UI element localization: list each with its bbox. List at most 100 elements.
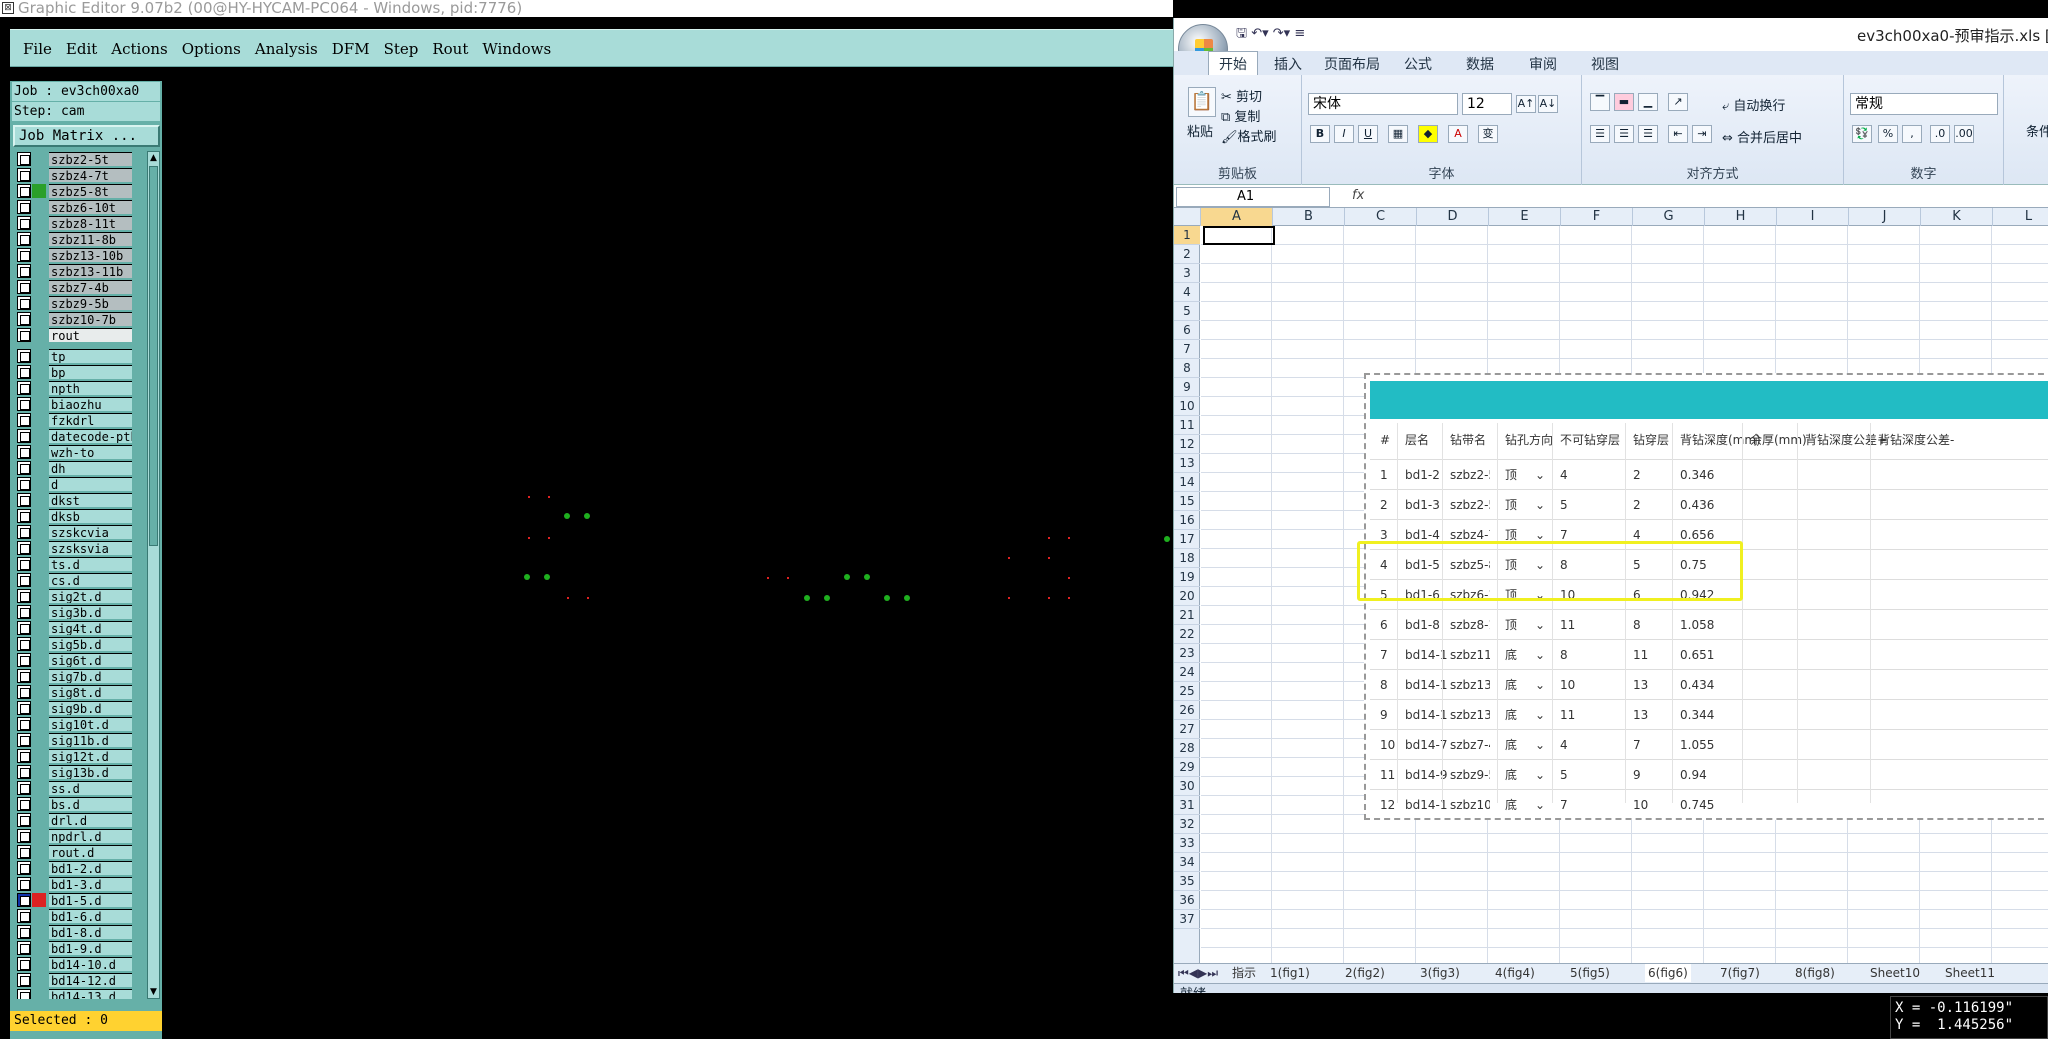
layer-checkbox[interactable] bbox=[17, 669, 31, 683]
layer-row[interactable]: szbz13-10b bbox=[13, 247, 140, 263]
layer-checkbox[interactable] bbox=[17, 509, 31, 523]
direction-select[interactable]: 底 bbox=[1505, 760, 1517, 790]
fx-icon[interactable]: fx bbox=[1352, 188, 1364, 203]
layer-checkbox[interactable] bbox=[17, 264, 31, 278]
column-header[interactable]: L bbox=[1993, 208, 2048, 226]
sheet-tab[interactable]: Sheet11 bbox=[1945, 964, 1995, 982]
layer-checkbox[interactable] bbox=[17, 216, 31, 230]
sheet-tab[interactable]: 6(fig6) bbox=[1645, 964, 1691, 982]
dropdown-arrow-icon[interactable]: ⌄ bbox=[1535, 760, 1545, 790]
row-header[interactable]: 37 bbox=[1174, 910, 1200, 929]
menu-dfm[interactable]: DFM bbox=[332, 40, 370, 58]
currency-icon[interactable]: 💱 bbox=[1852, 125, 1872, 143]
percent-icon[interactable]: % bbox=[1878, 125, 1898, 143]
layer-row[interactable]: sig7b.d bbox=[13, 668, 140, 684]
row-header[interactable]: 23 bbox=[1174, 644, 1200, 663]
layer-row[interactable]: sig3b.d bbox=[13, 604, 140, 620]
menu-options[interactable]: Options bbox=[182, 40, 241, 58]
layer-checkbox[interactable] bbox=[17, 232, 31, 246]
row-header[interactable]: 6 bbox=[1174, 321, 1200, 340]
direction-select[interactable]: 底 bbox=[1505, 700, 1517, 730]
layer-row[interactable]: szbz4-7t bbox=[13, 167, 140, 183]
sheet-tab[interactable]: 1(fig1) bbox=[1270, 964, 1310, 982]
align-center-icon[interactable]: ☰ bbox=[1614, 125, 1634, 143]
row-header[interactable]: 4 bbox=[1174, 283, 1200, 302]
dropdown-arrow-icon[interactable]: ⌄ bbox=[1535, 700, 1545, 730]
row-header[interactable]: 14 bbox=[1174, 473, 1200, 492]
layer-checkbox[interactable] bbox=[17, 328, 31, 342]
layer-checkbox[interactable] bbox=[17, 621, 31, 635]
select-all-corner[interactable] bbox=[1174, 208, 1201, 226]
scroll-down-icon[interactable]: ▼ bbox=[148, 986, 159, 998]
layer-checkbox[interactable] bbox=[17, 349, 31, 363]
layer-row[interactable]: szbz13-11b bbox=[13, 263, 140, 279]
layer-row[interactable]: sig9b.d bbox=[13, 700, 140, 716]
border-icon[interactable]: ▦ bbox=[1388, 125, 1408, 143]
column-header[interactable]: B bbox=[1273, 208, 1345, 226]
align-right-icon[interactable]: ☰ bbox=[1638, 125, 1658, 143]
direction-select[interactable]: 顶 bbox=[1505, 490, 1517, 520]
sheet-tab[interactable]: 指示 bbox=[1232, 964, 1256, 982]
dropdown-arrow-icon[interactable]: ⌄ bbox=[1535, 460, 1545, 490]
layer-checkbox[interactable] bbox=[17, 200, 31, 214]
layer-row[interactable]: dksb bbox=[13, 508, 140, 524]
layer-row[interactable]: sig10t.d bbox=[13, 716, 140, 732]
layer-row[interactable]: bd1-8.d bbox=[13, 924, 140, 940]
conditional-format-button[interactable]: 条件 bbox=[2026, 121, 2048, 140]
row-header[interactable]: 18 bbox=[1174, 549, 1200, 568]
row-header[interactable]: 33 bbox=[1174, 834, 1200, 853]
row-header[interactable]: 25 bbox=[1174, 682, 1200, 701]
layer-checkbox[interactable] bbox=[17, 477, 31, 491]
layer-row[interactable]: tp bbox=[13, 348, 140, 364]
layer-row[interactable]: bd14-13.d bbox=[13, 988, 140, 999]
sheet-tab[interactable]: 2(fig2) bbox=[1345, 964, 1385, 982]
tab-4[interactable]: 数据 bbox=[1466, 54, 1494, 74]
menu-file[interactable]: File bbox=[23, 40, 52, 58]
layer-row[interactable]: bd1-3.d bbox=[13, 876, 140, 892]
layer-checkbox[interactable] bbox=[17, 557, 31, 571]
menu-step[interactable]: Step bbox=[384, 40, 419, 58]
layer-row[interactable]: dkst bbox=[13, 492, 140, 508]
layer-row[interactable]: bd1-5.d bbox=[13, 892, 140, 908]
redo-icon[interactable]: ↷▾ bbox=[1273, 26, 1290, 41]
layer-row[interactable]: sig4t.d bbox=[13, 620, 140, 636]
layer-row[interactable]: szbz10-7b bbox=[13, 311, 140, 327]
increase-indent-icon[interactable]: ⇥ bbox=[1692, 125, 1712, 143]
layer-checkbox[interactable] bbox=[17, 168, 31, 182]
layer-row[interactable]: cs.d bbox=[13, 572, 140, 588]
direction-select[interactable]: 底 bbox=[1505, 790, 1517, 820]
layer-checkbox[interactable] bbox=[17, 397, 31, 411]
bold-icon[interactable]: B bbox=[1310, 125, 1330, 143]
layer-row[interactable]: npth bbox=[13, 380, 140, 396]
sheet-tab[interactable]: 4(fig4) bbox=[1495, 964, 1535, 982]
column-header[interactable]: C bbox=[1345, 208, 1417, 226]
name-box[interactable]: A1 bbox=[1176, 187, 1330, 207]
layer-checkbox[interactable] bbox=[17, 941, 31, 955]
layer-row[interactable]: ss.d bbox=[13, 780, 140, 796]
menu-edit[interactable]: Edit bbox=[66, 40, 97, 58]
font-color-icon[interactable]: A bbox=[1448, 125, 1468, 143]
merge-center-button[interactable]: ⇔ 合并后居中 bbox=[1722, 127, 1802, 146]
sheet-tab[interactable]: 3(fig3) bbox=[1420, 964, 1460, 982]
dropdown-arrow-icon[interactable]: ⌄ bbox=[1535, 670, 1545, 700]
layer-checkbox[interactable] bbox=[17, 701, 31, 715]
layer-checkbox[interactable] bbox=[17, 605, 31, 619]
grow-font-icon[interactable]: A↑ bbox=[1516, 95, 1536, 113]
row-header[interactable]: 8 bbox=[1174, 359, 1200, 378]
layer-row[interactable]: bd1-6.d bbox=[13, 908, 140, 924]
layer-row[interactable]: ts.d bbox=[13, 556, 140, 572]
shrink-font-icon[interactable]: A↓ bbox=[1538, 95, 1558, 113]
row-header[interactable]: 3 bbox=[1174, 264, 1200, 283]
direction-select[interactable]: 底 bbox=[1505, 670, 1517, 700]
layer-checkbox[interactable] bbox=[17, 541, 31, 555]
row-header[interactable]: 7 bbox=[1174, 340, 1200, 359]
wrap-text-button[interactable]: ⤶ 自动换行 bbox=[1722, 95, 1785, 114]
format-painter-button[interactable]: 🖌格式刷 bbox=[1221, 126, 1277, 145]
comma-icon[interactable]: , bbox=[1902, 125, 1922, 143]
tab-0[interactable]: 开始 bbox=[1208, 51, 1258, 75]
layer-row[interactable]: drl.d bbox=[13, 812, 140, 828]
column-header[interactable]: J bbox=[1849, 208, 1921, 226]
row-header[interactable]: 29 bbox=[1174, 758, 1200, 777]
layer-row[interactable]: rout.d bbox=[13, 844, 140, 860]
layer-row[interactable]: fzkdrl bbox=[13, 412, 140, 428]
